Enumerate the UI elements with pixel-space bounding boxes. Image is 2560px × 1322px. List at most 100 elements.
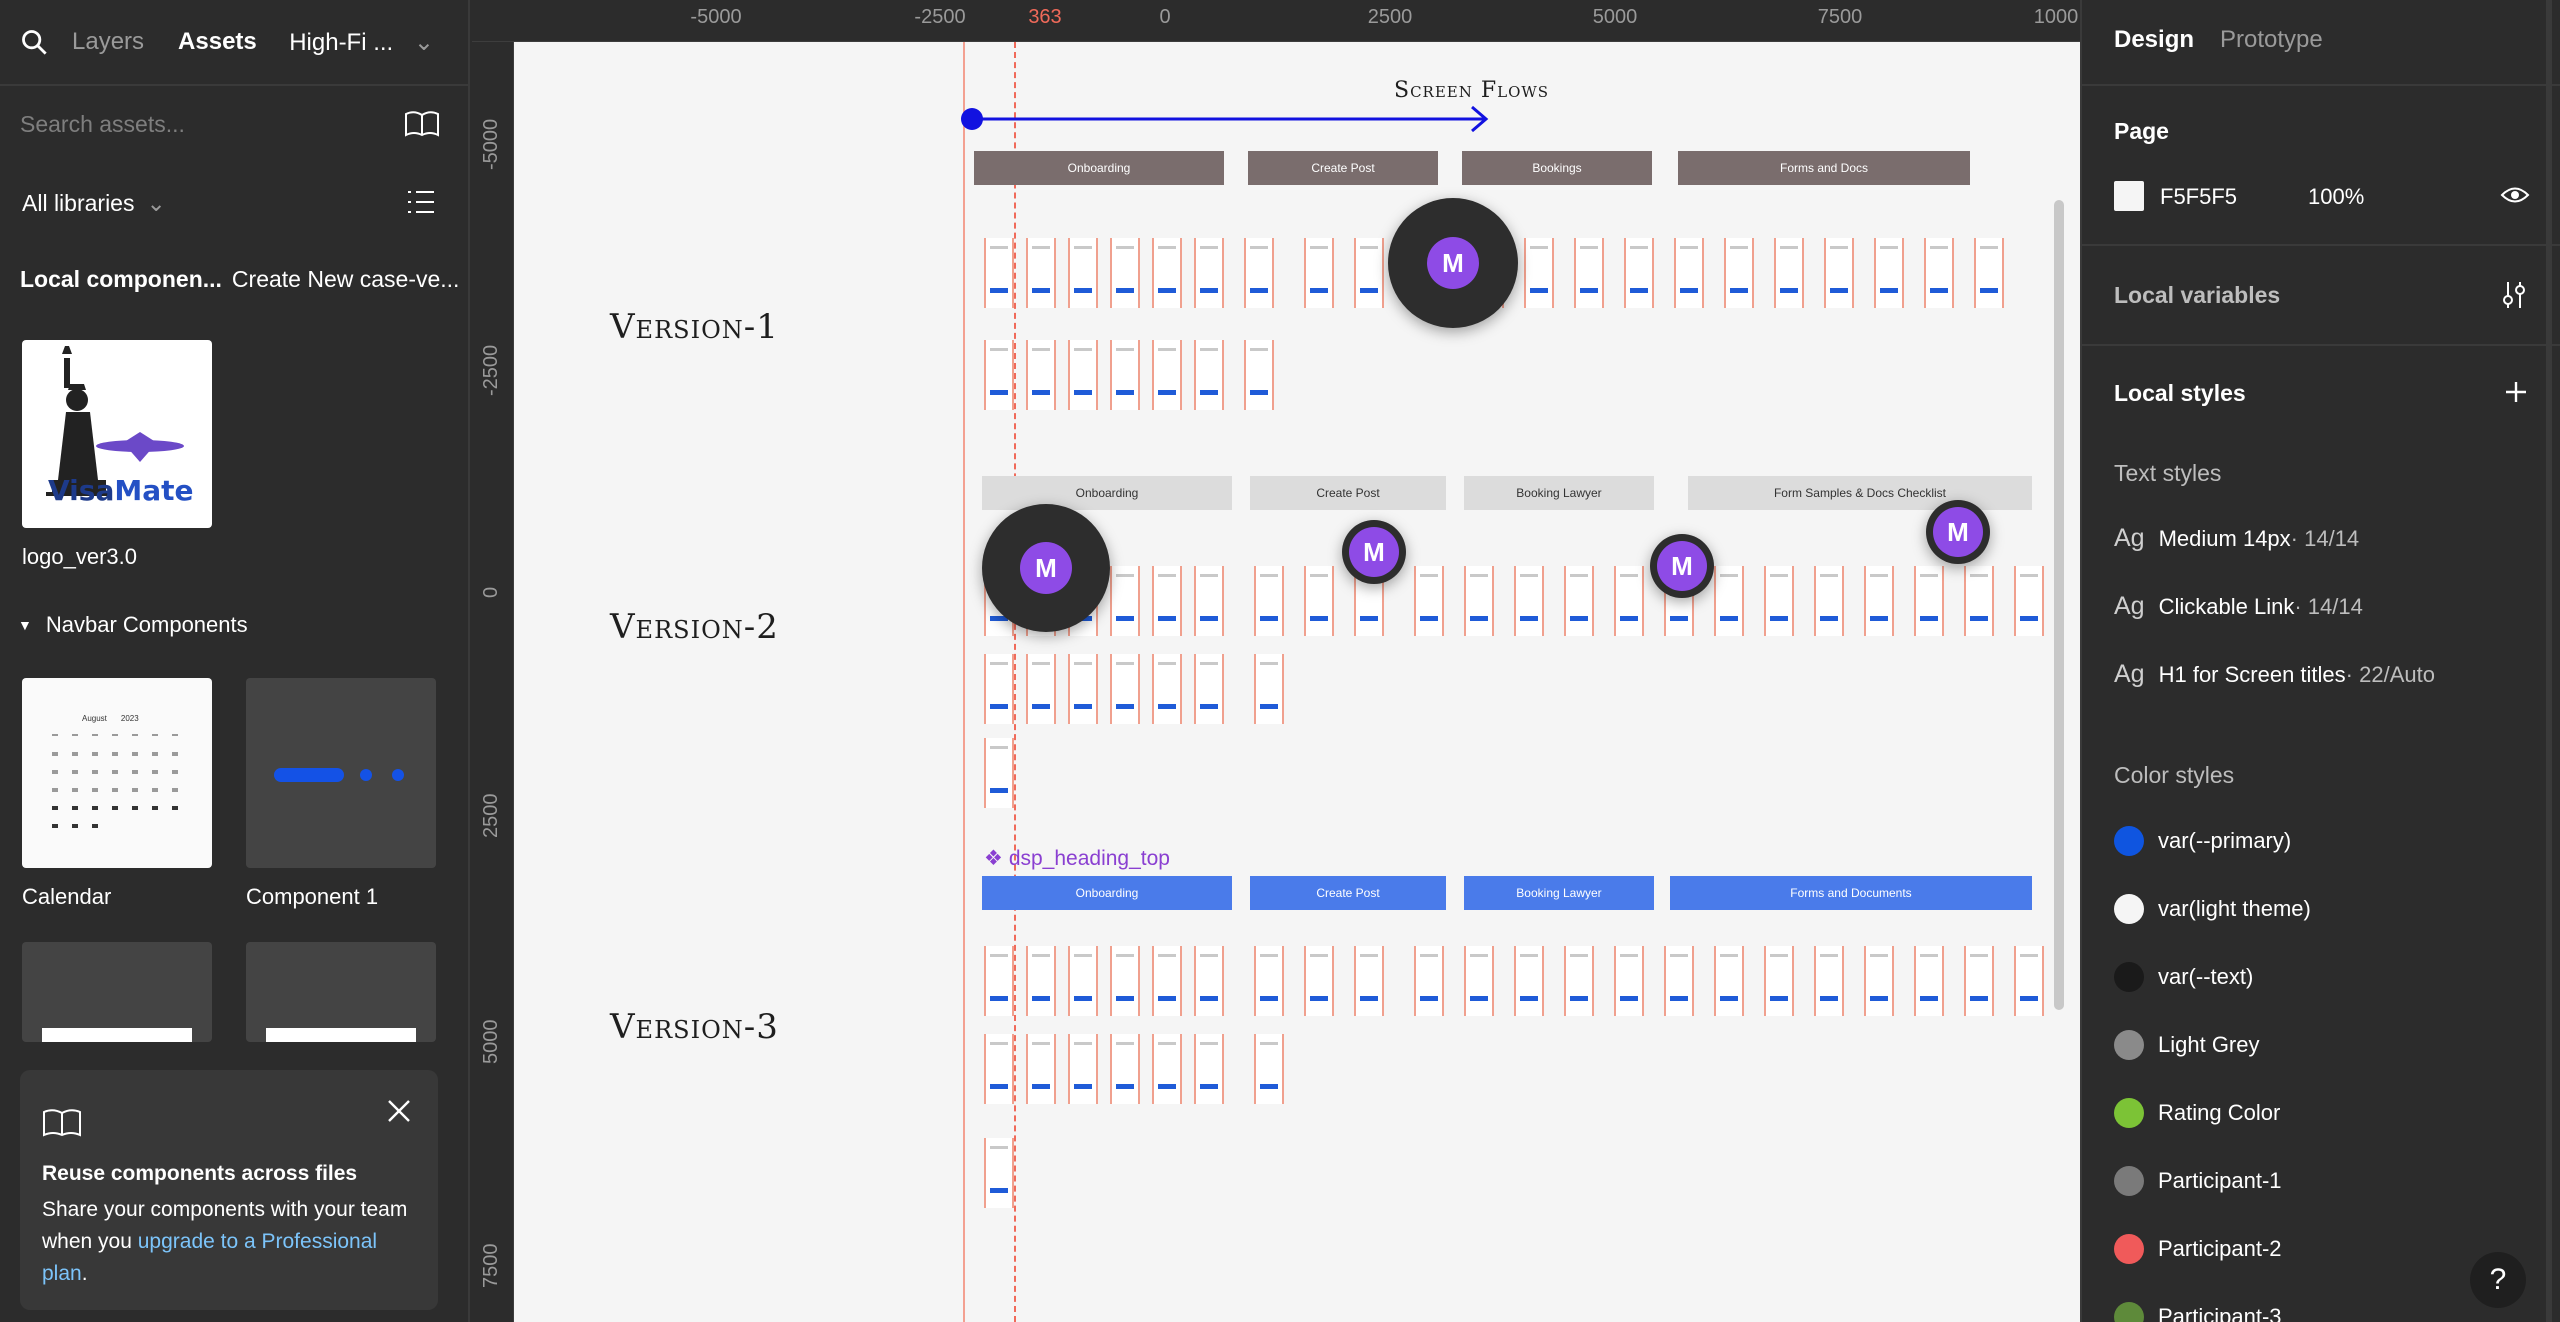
v1-section-onboarding[interactable]: Onboarding [974, 151, 1224, 185]
version-1-label[interactable]: Version-1 [610, 307, 779, 347]
screen-frame-thumbnail[interactable] [1864, 566, 1894, 636]
screen-frame-thumbnail[interactable] [1026, 340, 1056, 410]
screen-frame-thumbnail[interactable] [1194, 238, 1224, 308]
screen-frame-thumbnail[interactable] [1304, 566, 1334, 636]
text-style-item[interactable]: Ag Medium 14px · 14/14 [2114, 524, 2359, 553]
screen-frame-thumbnail[interactable] [1194, 946, 1224, 1016]
color-style-item[interactable]: var(light theme) [2114, 894, 2311, 924]
library-book-icon[interactable] [404, 110, 440, 138]
screen-frame-thumbnail[interactable] [1964, 946, 1994, 1016]
screen-frame-thumbnail[interactable] [1464, 566, 1494, 636]
screen-frame-thumbnail[interactable] [1194, 566, 1224, 636]
design-canvas[interactable]: Screen Flows Version-1 Version-2 Version… [514, 42, 2080, 1322]
screen-frame-thumbnail[interactable] [1068, 340, 1098, 410]
help-button[interactable]: ? [2470, 1252, 2526, 1308]
screen-frame-thumbnail[interactable] [1354, 946, 1384, 1016]
screen-frame-thumbnail[interactable] [1194, 340, 1224, 410]
screen-frame-thumbnail[interactable] [2014, 566, 2044, 636]
screen-frame-thumbnail[interactable] [1574, 238, 1604, 308]
screen-frame-thumbnail[interactable] [1244, 238, 1274, 308]
screen-frame-thumbnail[interactable] [984, 340, 1014, 410]
v1-section-bookings[interactable]: Bookings [1462, 151, 1652, 185]
v3-section-booking-lawyer[interactable]: Booking Lawyer [1464, 876, 1654, 910]
screen-frame-thumbnail[interactable] [1152, 238, 1182, 308]
screen-frame-thumbnail[interactable] [1026, 1034, 1056, 1104]
screen-frame-thumbnail[interactable] [1724, 238, 1754, 308]
screen-frame-thumbnail[interactable] [1068, 946, 1098, 1016]
tab-prototype[interactable]: Prototype [2220, 26, 2323, 54]
screen-frame-thumbnail[interactable] [984, 946, 1014, 1016]
screen-frame-thumbnail[interactable] [1914, 946, 1944, 1016]
local-variables-label[interactable]: Local variables [2114, 282, 2280, 309]
v3-section-create-post[interactable]: Create Post [1250, 876, 1446, 910]
component-tag[interactable]: ❖ dsp_heading_top [984, 846, 1170, 871]
screen-frame-thumbnail[interactable] [1624, 238, 1654, 308]
screen-frame-thumbnail[interactable] [1524, 238, 1554, 308]
screen-frame-thumbnail[interactable] [1110, 654, 1140, 724]
screen-frame-thumbnail[interactable] [984, 738, 1014, 808]
v1-section-forms-docs[interactable]: Forms and Docs [1678, 151, 1970, 185]
variables-settings-icon[interactable] [2500, 280, 2528, 310]
screen-frame-thumbnail[interactable] [1354, 238, 1384, 308]
screen-frame-thumbnail[interactable] [1152, 566, 1182, 636]
color-style-item[interactable]: Light Grey [2114, 1030, 2260, 1060]
screen-frame-thumbnail[interactable] [2014, 946, 2044, 1016]
right-panel-scrollbar[interactable] [2546, 0, 2552, 1322]
page-color-value[interactable]: F5F5F5 [2160, 184, 2237, 210]
tab-layers[interactable]: Layers [72, 28, 144, 56]
screen-frame-thumbnail[interactable] [1304, 238, 1334, 308]
text-style-item[interactable]: Ag H1 for Screen titles · 22/Auto [2114, 660, 2435, 689]
tab-assets[interactable]: Assets [178, 28, 257, 56]
color-style-item[interactable]: Participant-1 [2114, 1166, 2282, 1196]
screen-frame-thumbnail[interactable] [1110, 238, 1140, 308]
tab-design[interactable]: Design [2114, 26, 2194, 54]
screen-frame-thumbnail[interactable] [984, 238, 1014, 308]
screen-frame-thumbnail[interactable] [1152, 946, 1182, 1016]
screen-frame-thumbnail[interactable] [1194, 654, 1224, 724]
color-style-item[interactable]: var(--text) [2114, 962, 2253, 992]
color-style-item[interactable]: var(--primary) [2114, 826, 2291, 856]
collaborator-avatar[interactable]: M [1388, 198, 1518, 328]
screen-frame-thumbnail[interactable] [1764, 946, 1794, 1016]
canvas-scrollbar[interactable] [2054, 200, 2064, 1010]
component-1-thumbnail[interactable] [246, 678, 436, 868]
screen-frame-thumbnail[interactable] [1974, 238, 2004, 308]
screen-frame-thumbnail[interactable] [1824, 238, 1854, 308]
screen-frame-thumbnail[interactable] [1874, 238, 1904, 308]
screen-frame-thumbnail[interactable] [1254, 946, 1284, 1016]
navbar-components-section[interactable]: ▼ Navbar Components [18, 612, 248, 638]
logo-component-thumbnail[interactable]: VisaMate [22, 340, 212, 528]
screen-frame-thumbnail[interactable] [1674, 238, 1704, 308]
screen-frame-thumbnail[interactable] [1714, 566, 1744, 636]
collaborator-avatar[interactable]: M [1650, 534, 1714, 598]
v3-section-forms-documents[interactable]: Forms and Documents [1670, 876, 2032, 910]
screen-frame-thumbnail[interactable] [1194, 1034, 1224, 1104]
screen-frame-thumbnail[interactable] [1514, 566, 1544, 636]
color-style-item[interactable]: Participant-3 [2114, 1302, 2282, 1322]
screen-frame-thumbnail[interactable] [1514, 946, 1544, 1016]
color-style-item[interactable]: Rating Color [2114, 1098, 2280, 1128]
screen-frame-thumbnail[interactable] [1254, 1034, 1284, 1104]
list-view-icon[interactable] [406, 188, 436, 216]
all-libraries-dropdown[interactable]: All libraries ⌄ [0, 172, 470, 234]
screen-frame-thumbnail[interactable] [1254, 654, 1284, 724]
screen-frame-thumbnail[interactable] [1068, 654, 1098, 724]
screen-frame-thumbnail[interactable] [1152, 1034, 1182, 1104]
screen-frame-thumbnail[interactable] [1814, 946, 1844, 1016]
screen-frame-thumbnail[interactable] [1110, 946, 1140, 1016]
screen-frame-thumbnail[interactable] [984, 1138, 1014, 1208]
v2-section-create-post[interactable]: Create Post [1250, 476, 1446, 510]
collaborator-avatar[interactable]: M [1342, 520, 1406, 584]
screen-frame-thumbnail[interactable] [1564, 566, 1594, 636]
version-2-label[interactable]: Version-2 [610, 607, 779, 647]
screen-frame-thumbnail[interactable] [984, 1034, 1014, 1104]
version-3-label[interactable]: Version-3 [610, 1007, 779, 1047]
screen-frame-thumbnail[interactable] [1614, 946, 1644, 1016]
screen-frame-thumbnail[interactable] [1614, 566, 1644, 636]
screen-frame-thumbnail[interactable] [1110, 340, 1140, 410]
screen-frame-thumbnail[interactable] [1110, 566, 1140, 636]
screen-frame-thumbnail[interactable] [1664, 946, 1694, 1016]
page-opacity-value[interactable]: 100% [2308, 184, 2364, 210]
screen-frame-thumbnail[interactable] [1068, 238, 1098, 308]
screen-frame-thumbnail[interactable] [1152, 340, 1182, 410]
